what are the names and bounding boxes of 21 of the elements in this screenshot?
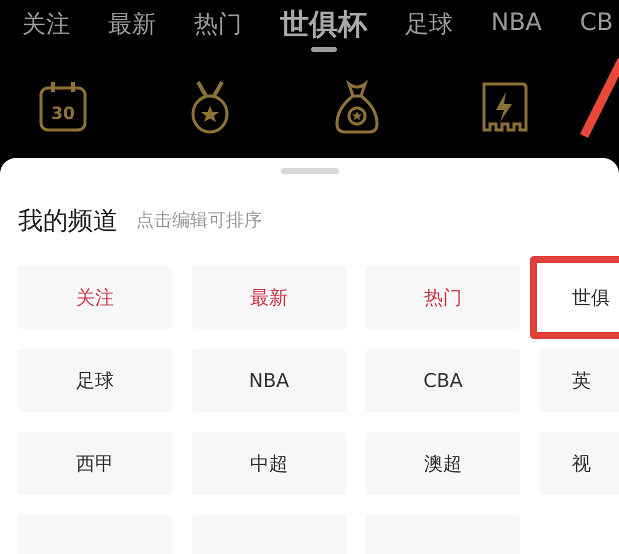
channel-tab[interactable]: CB: [580, 8, 614, 56]
sheet-title: 我的频道: [18, 204, 118, 236]
channel-button[interactable]: 视: [540, 432, 619, 495]
hint-text: 点击编辑可排序: [136, 209, 262, 232]
channel-tab[interactable]: 关注: [22, 8, 70, 56]
channel-button[interactable]: 足球: [18, 349, 172, 412]
channel-tab[interactable]: 足球: [405, 8, 453, 56]
channel-button[interactable]: 最新: [192, 266, 346, 329]
channel-button[interactable]: 热门: [366, 266, 520, 329]
channel-tab[interactable]: NBA: [491, 8, 542, 56]
channel-button[interactable]: 中超: [192, 432, 346, 495]
channel-button[interactable]: 关注: [18, 266, 172, 329]
drag-handle[interactable]: [280, 168, 338, 174]
channel-button[interactable]: 英: [540, 349, 619, 412]
channel-tab[interactable]: 热门: [194, 8, 242, 56]
channel-tab[interactable]: 最新: [108, 8, 156, 56]
channel-button[interactable]: 西甲: [18, 432, 172, 495]
channel-button[interactable]: CBA: [366, 349, 520, 412]
channel-tab[interactable]: 世俱杯: [280, 5, 367, 53]
channel-button[interactable]: NBA: [192, 349, 346, 412]
channel-button[interactable]: 澳超: [366, 432, 520, 495]
